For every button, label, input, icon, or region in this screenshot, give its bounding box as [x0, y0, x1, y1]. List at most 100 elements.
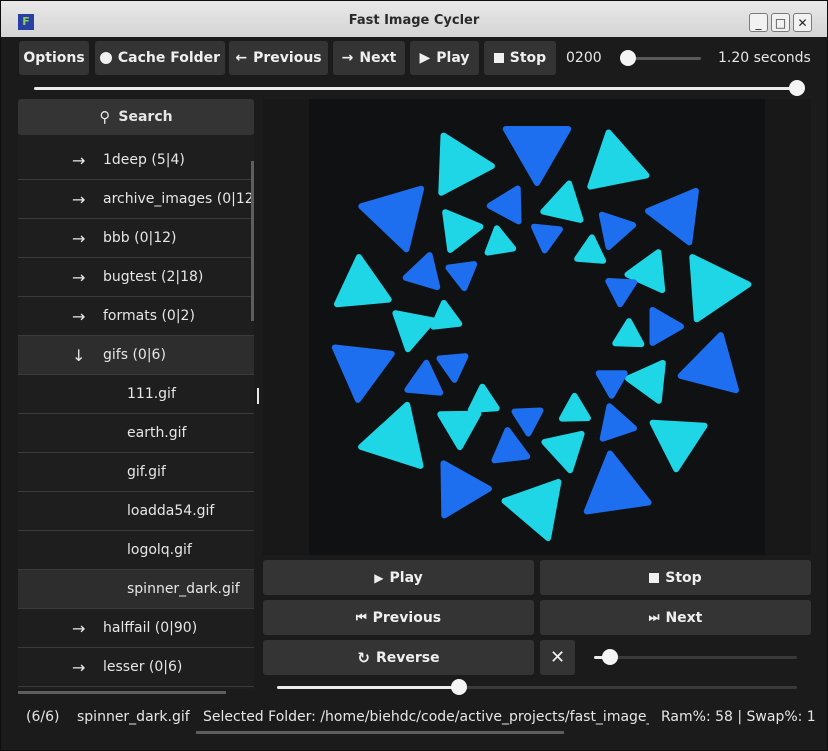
speed-slider-handle[interactable] [619, 50, 636, 66]
spinner-triangle [445, 261, 478, 292]
arrow-right-icon[interactable]: → [72, 151, 85, 170]
arrow-down-icon[interactable]: ↓ [72, 346, 85, 365]
status-horizontal-scrollbar[interactable] [196, 731, 564, 734]
tree-file-item[interactable]: gif.gif [18, 453, 254, 492]
next-button[interactable]: → Next [333, 41, 405, 75]
close-window-button[interactable]: ✕ [793, 13, 812, 32]
tree-folder-item[interactable]: → lesser (0|6) [18, 648, 254, 687]
spinner-triangle [689, 254, 752, 323]
volume-slider-track[interactable] [594, 656, 797, 659]
spinner-triangle [358, 401, 424, 469]
tree-item-label: bbb (0|12) [103, 230, 177, 246]
spinner-triangle [649, 307, 684, 346]
rotate-icon: ↻ [357, 648, 370, 667]
search-button[interactable]: ⚲ Search [18, 99, 254, 135]
spinner-triangle [334, 254, 392, 308]
stop-control-button[interactable]: Stop [540, 560, 811, 595]
spinner-triangle [392, 310, 436, 353]
tree-folder-item[interactable]: → archive_images (0|128) [18, 180, 254, 219]
skip-back-icon: ⏮ [355, 610, 367, 624]
previous-button[interactable]: ← Previous [229, 41, 328, 75]
spinner-triangle [649, 419, 708, 473]
tree-item-label: bugtest (2|18) [103, 269, 204, 285]
stop-button[interactable]: Stop [484, 41, 556, 75]
reverse-button[interactable]: ↻ Reverse [263, 640, 534, 675]
skip-forward-icon: ⏭ [648, 610, 660, 624]
tree-folder-item[interactable]: → bugtest (2|18) [18, 258, 254, 297]
splitter-handle[interactable] [257, 388, 259, 404]
spinner-triangle [436, 353, 469, 383]
spinner-triangle [402, 252, 441, 291]
tree-file-item[interactable]: loadda54.gif [18, 492, 254, 531]
tree-item-label: archive_images (0|128) [103, 191, 254, 207]
tree-item-label: 1deep (5|4) [103, 152, 185, 168]
previous-control-button[interactable]: ⏮ Previous [263, 600, 534, 635]
spinner-triangle [559, 392, 591, 422]
arrow-left-icon: ← [235, 50, 248, 66]
arrow-right-icon[interactable]: → [72, 307, 85, 326]
spinner-triangle [599, 403, 637, 442]
play-button[interactable]: ▶ Play [410, 41, 479, 75]
tree-item-label: lesser (0|6) [103, 659, 183, 675]
tree-file-item[interactable]: spinner_dark.gif [18, 570, 254, 609]
maximize-button[interactable]: □ [771, 13, 790, 32]
tree-item-label: formats (0|2) [103, 308, 195, 324]
tree-folder-item[interactable]: → 1deep (5|4) [18, 141, 254, 180]
stop-control-label: Stop [665, 569, 702, 586]
sidebar-horizontal-scrollbar[interactable] [18, 691, 226, 694]
volume-slider-handle[interactable] [602, 649, 619, 665]
arrow-right-icon[interactable]: → [72, 619, 85, 638]
tree-file-item[interactable]: logolq.gif [18, 531, 254, 570]
previous-control-label: Previous [372, 609, 442, 626]
tree-item-label: earth.gif [127, 425, 187, 441]
arrow-right-icon[interactable]: → [72, 190, 85, 209]
status-count: (6/6) [26, 709, 60, 725]
image-viewer [263, 99, 811, 555]
speed-value: 0200 [566, 50, 602, 66]
search-label: Search [118, 109, 173, 125]
status-folder: Selected Folder: /home/biehdc/code/activ… [203, 709, 649, 725]
tree-folder-item[interactable]: → halffail (0|90) [18, 609, 254, 648]
tree-folder-item[interactable]: → formats (0|2) [18, 297, 254, 336]
arrow-right-icon: → [341, 50, 354, 66]
minimize-button[interactable]: _ [749, 13, 768, 32]
reverse-label: Reverse [375, 649, 440, 666]
circle-icon [99, 52, 112, 64]
spinner-triangle [491, 427, 531, 464]
frame-slider-handle[interactable] [451, 679, 467, 695]
options-button[interactable]: Options [19, 41, 89, 75]
spinner-triangle [598, 211, 637, 250]
tree-folder-item[interactable]: ↓ gifs (0|6) [18, 336, 254, 375]
spinner-triangle [430, 299, 463, 330]
tree-file-item[interactable]: earth.gif [18, 414, 254, 453]
seek-slider-handle[interactable] [789, 80, 805, 96]
tree-item-label: halffail (0|90) [103, 620, 198, 636]
spinner-triangle [501, 478, 562, 542]
spinner-triangle [440, 460, 492, 519]
stop-icon [649, 572, 660, 583]
spinner-triangle [595, 370, 628, 399]
spinner-triangle [587, 129, 650, 190]
folder-tree: → 1deep (5|4) → archive_images (0|128) → bbb … [18, 141, 254, 687]
tree-file-item[interactable]: 111.gif [18, 375, 254, 414]
play-control-button[interactable]: ▶ Play [263, 560, 534, 595]
spinner-triangle [645, 187, 699, 246]
frame-slider-fill [277, 686, 459, 689]
app-window: F Fast Image Cycler _ □ ✕ Options Cache … [0, 0, 828, 751]
spinner-triangle [677, 332, 739, 394]
tree-folder-item[interactable]: → bbb (0|12) [18, 219, 254, 258]
next-label: Next [359, 50, 397, 66]
spinner-triangle [541, 430, 585, 474]
arrow-right-icon[interactable]: → [72, 658, 85, 677]
next-control-button[interactable]: ⏭ Next [540, 600, 811, 635]
spinner-triangle [484, 225, 517, 256]
cache-folder-button[interactable]: Cache Folder [95, 41, 225, 75]
arrow-right-icon[interactable]: → [72, 268, 85, 287]
tree-item-label: logolq.gif [127, 542, 192, 558]
tree-item-label: spinner_dark.gif [127, 581, 240, 597]
spinner-triangle [583, 450, 652, 515]
sidebar-scrollbar[interactable] [251, 161, 254, 321]
tree-item-label: 111.gif [127, 386, 176, 402]
arrow-right-icon[interactable]: → [72, 229, 85, 248]
clear-button[interactable]: ✕ [540, 640, 575, 675]
